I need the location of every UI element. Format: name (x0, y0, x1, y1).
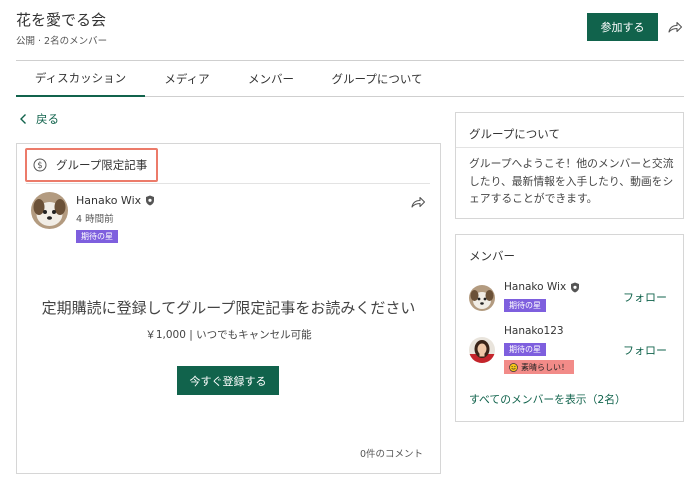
tab-discussion[interactable]: ディスカッション (16, 61, 145, 97)
about-title: グループについて (469, 127, 560, 141)
view-all-members-link[interactable]: すべてのメンバーを表示（2名） (469, 391, 626, 407)
author-name-text: Hanako Wix (76, 194, 142, 207)
author-name[interactable]: Hanako Wix (76, 194, 155, 207)
comments-count[interactable]: 0件のコメント (360, 446, 423, 460)
svg-text:$: $ (37, 161, 42, 171)
group-meta: 公開 · 2名のメンバー (16, 36, 108, 47)
verified-icon (146, 195, 155, 206)
about-divider (456, 147, 683, 148)
tab-members[interactable]: メンバー (234, 61, 308, 96)
follow-button[interactable]: フォロー (623, 289, 667, 305)
subscribe-price: ￥1,000 | いつでもキャンセル可能 (145, 329, 312, 341)
member-name-text: Hanako Wix (504, 281, 567, 293)
post-divider (26, 183, 430, 184)
smile-icon (509, 362, 518, 372)
dollar-circle-icon: $ (33, 158, 47, 172)
share-icon[interactable] (667, 19, 683, 35)
verified-icon (571, 282, 580, 292)
member-avatar[interactable] (469, 337, 495, 363)
follow-button[interactable]: フォロー (623, 342, 667, 358)
member-name[interactable]: Hanako123 (504, 325, 564, 337)
join-button[interactable]: 参加する (587, 13, 658, 41)
group-title: 花を愛でる会 (16, 11, 107, 29)
about-text: グループへようこそ！他のメンバーと交流したり、最新情報を入手したり、動画をシェア… (469, 157, 674, 205)
tab-about[interactable]: グループについて (318, 61, 436, 96)
chevron-left-icon (20, 114, 26, 124)
tab-media[interactable]: メディア (150, 61, 224, 96)
back-link[interactable]: 戻る (19, 111, 59, 127)
share-icon[interactable] (410, 194, 426, 210)
exclusive-post-label: $ グループ限定記事 (25, 148, 158, 182)
member-avatar[interactable] (469, 285, 495, 311)
exclusive-label-text: グループ限定記事 (56, 158, 148, 172)
badge-amazing-text: 素晴らしい！ (521, 362, 569, 372)
member-badge-amazing: 素晴らしい！ (504, 360, 574, 374)
back-label: 戻る (36, 112, 59, 126)
post-time: 4 時間前 (76, 214, 114, 225)
member-badge: 期待の星 (504, 343, 546, 356)
members-title: メンバー (469, 249, 515, 263)
author-avatar[interactable] (31, 192, 68, 229)
author-badge: 期待の星 (76, 230, 118, 243)
subscribe-title: 定期購読に登録してグループ限定記事をお読みください (41, 299, 416, 317)
member-name[interactable]: Hanako Wix (504, 281, 580, 293)
subscribe-button[interactable]: 今すぐ登録する (177, 366, 279, 395)
member-badge: 期待の星 (504, 299, 546, 312)
